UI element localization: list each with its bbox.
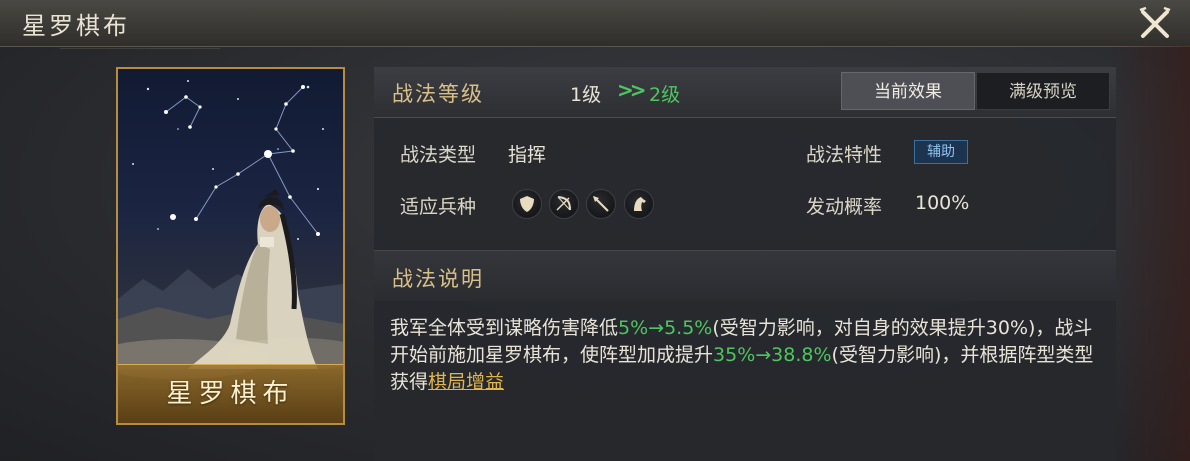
description-title: 战法说明 bbox=[392, 267, 484, 291]
spear-unit-icon bbox=[586, 189, 616, 219]
tactic-detail-panel: 战法等级 1级 >> 2级 当前效果 满级预览 战法类型 指挥 战法特性 辅助 … bbox=[374, 67, 1116, 461]
close-button[interactable] bbox=[1136, 4, 1174, 42]
tactic-card: 星罗棋布 bbox=[116, 67, 345, 425]
description-header: 战法说明 bbox=[374, 250, 1116, 301]
tab-current-effect[interactable]: 当前效果 bbox=[841, 72, 975, 110]
level-header: 战法等级 1级 >> 2级 当前效果 满级预览 bbox=[374, 67, 1116, 118]
card-name: 星罗棋布 bbox=[166, 379, 295, 409]
edge-shade bbox=[1110, 46, 1190, 461]
tab-max-level-preview[interactable]: 满级预览 bbox=[976, 72, 1110, 110]
tactic-trait-badge: 辅助 bbox=[914, 140, 968, 164]
trigger-chance-value: 100% bbox=[915, 192, 970, 214]
level-to: 2级 bbox=[649, 84, 681, 106]
level-label: 战法等级 bbox=[392, 82, 484, 106]
crossed-swords-close-icon bbox=[1139, 6, 1171, 38]
title-ornament bbox=[60, 26, 220, 49]
trigger-chance-label: 发动概率 bbox=[806, 196, 883, 218]
unit-types-label: 适应兵种 bbox=[400, 196, 477, 218]
tactic-type-value: 指挥 bbox=[508, 144, 547, 166]
tactic-trait-label: 战法特性 bbox=[806, 144, 883, 166]
description-text: 我军全体受到谋略伤害降低5%→5.5%(受智力影响，对自身的效果提升30%)，战… bbox=[390, 315, 1110, 396]
cavalry-unit-icon bbox=[624, 189, 654, 219]
title-bar: 星罗棋布 bbox=[0, 0, 1190, 49]
level-from: 1级 bbox=[570, 84, 602, 106]
description-part-1: 我军全体受到谋略伤害降低 bbox=[390, 317, 619, 339]
level-upgrade-arrow-icon: >> bbox=[617, 78, 646, 102]
shield-unit-icon bbox=[512, 189, 542, 219]
damage-reduction-value: 5%→5.5% bbox=[618, 317, 713, 339]
formation-bonus-value: 35%→38.8% bbox=[713, 344, 832, 366]
bow-unit-icon bbox=[549, 189, 579, 219]
chess-game-buff-link[interactable]: 棋局增益 bbox=[428, 371, 504, 393]
tactic-type-label: 战法类型 bbox=[400, 144, 477, 166]
card-name-plate: 星罗棋布 bbox=[118, 364, 343, 423]
